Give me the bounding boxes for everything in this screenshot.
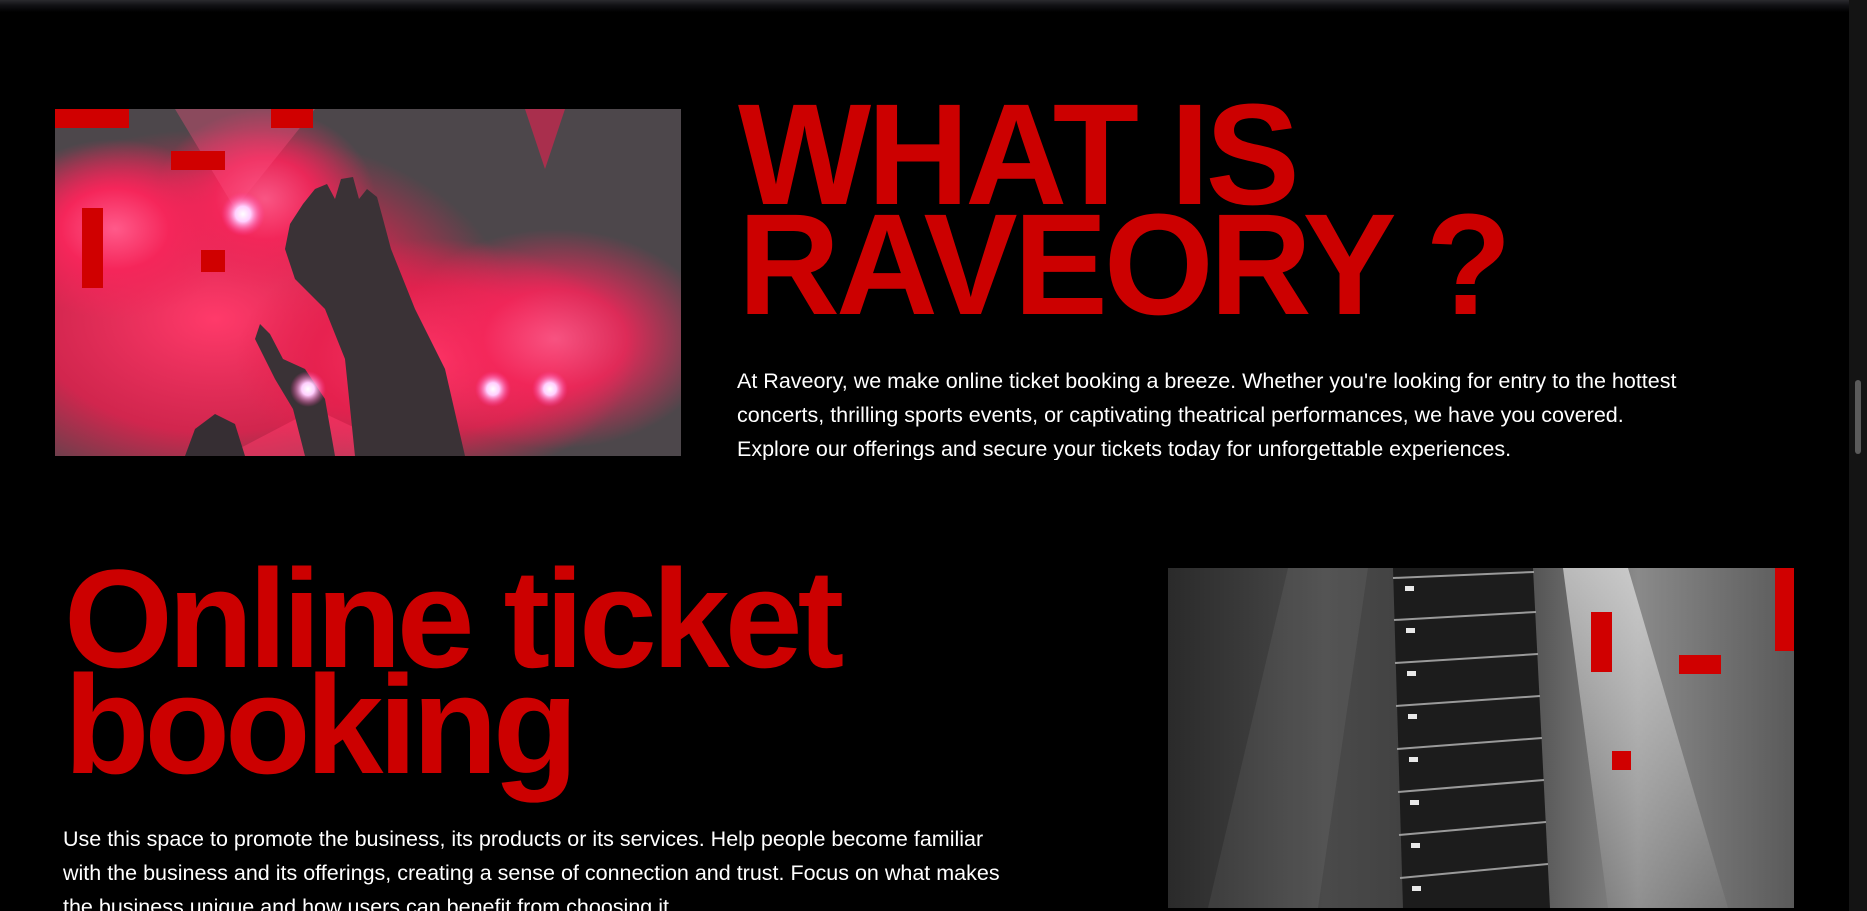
about-heading: WHAT IS RAVEORY ? — [738, 83, 1512, 337]
decorative-block — [1612, 751, 1631, 770]
about-heading-line2: RAVEORY ? — [738, 184, 1512, 345]
decorative-block — [82, 208, 103, 288]
decorative-block — [1679, 655, 1721, 674]
decorative-block — [201, 250, 225, 272]
feature-heading-line2: booking — [64, 646, 578, 803]
feature-description: Use this space to promote the business, … — [63, 827, 1000, 911]
speaker-array-image — [1168, 568, 1794, 908]
scrollbar-thumb[interactable] — [1855, 380, 1861, 454]
feature-heading: Online ticket booking — [64, 549, 844, 795]
about-description: At Raveory, we make online ticket bookin… — [737, 369, 1677, 460]
decorative-block — [271, 109, 313, 128]
decorative-block — [1591, 612, 1612, 672]
decorative-block — [1775, 568, 1794, 651]
top-shadow — [0, 0, 1849, 12]
concert-crowd-image — [55, 109, 681, 456]
page-scrollbar[interactable] — [1849, 0, 1867, 911]
decorative-block — [171, 151, 225, 170]
decorative-block — [55, 109, 129, 128]
